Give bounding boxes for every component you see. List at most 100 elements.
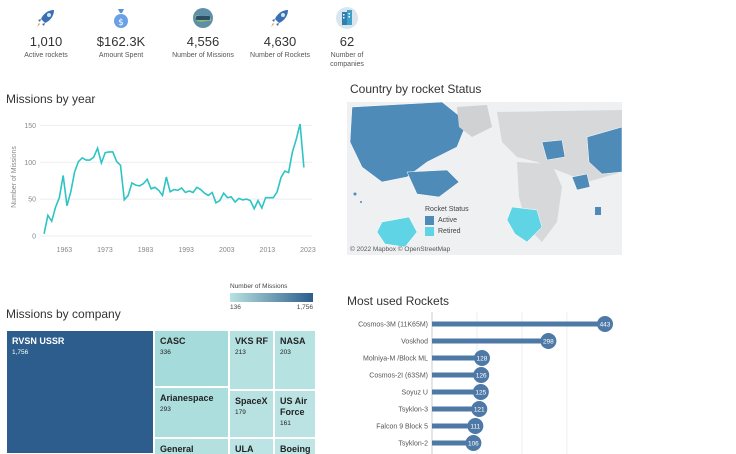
treemap-cell-name: CASC: [160, 336, 186, 346]
treemap-cell-nasa[interactable]: NASA 203: [274, 330, 316, 390]
x-tick-label: 2003: [219, 247, 235, 254]
bar-category-label: Tsyklon-3: [398, 407, 428, 414]
bar-value-label: 121: [474, 406, 485, 413]
company-color-legend: Number of Missions 136 1,756: [230, 283, 313, 311]
missions-by-company-title: Missions by company: [6, 307, 121, 321]
bar-value-label: 111: [470, 423, 480, 430]
treemap-cell-name: ULA: [235, 444, 254, 454]
kpi-value: 62: [339, 34, 355, 49]
treemap-cell-spacex[interactable]: SpaceX 179: [229, 390, 274, 438]
rocket-icon: [37, 10, 54, 27]
most-used-rockets-title: Most used Rockets: [347, 294, 450, 308]
x-tick-label: 2013: [260, 247, 276, 254]
legend-label: Retired: [438, 228, 461, 235]
treemap-cell-value: 161: [280, 420, 291, 427]
treemap-cell-value: 1,756: [12, 349, 29, 356]
color-legend-min: 136: [230, 304, 241, 311]
kpi-active-rockets: 1,010 Active rockets: [6, 6, 86, 60]
missions-by-year-title: Missions by year: [6, 92, 96, 106]
y-tick-label: 50: [28, 197, 36, 204]
color-legend-title: Number of Missions: [230, 283, 288, 290]
treemap-cell-general[interactable]: General: [154, 438, 229, 454]
legend-swatch-retired: [425, 227, 434, 236]
x-tick-label: 1973: [97, 247, 113, 254]
map-legend-retired: Retired: [425, 227, 469, 236]
kpi-label: Active rockets: [24, 52, 68, 59]
treemap-cell-name: RVSN USSR: [12, 336, 65, 346]
country-map-title: Country by rocket Status: [350, 82, 482, 96]
treemap-cell-name: US Air Force: [280, 396, 308, 417]
bar-value-label: 125: [475, 389, 486, 396]
x-tick-label: 2023: [300, 247, 316, 254]
color-legend-range: 136 1,756: [230, 304, 313, 311]
country-map[interactable]: Rocket Status Active Retired © 2022 Mapb…: [347, 102, 622, 255]
y-axis-label: Number of Missions: [11, 146, 18, 208]
rocket-icon: [271, 10, 288, 27]
treemap-cell-value: 213: [235, 349, 246, 356]
treemap-cell-name: Arianespace: [160, 393, 214, 403]
world-map-shapes: [349, 102, 622, 248]
treemap-cell-name: Boeing: [280, 444, 311, 454]
treemap-cell-vks-rf[interactable]: VKS RF 213: [229, 330, 274, 390]
bar[interactable]: [432, 338, 549, 344]
treemap-cell-name: SpaceX: [235, 396, 268, 406]
map-credit[interactable]: © 2022 Mapbox © OpenStreetMap: [350, 246, 450, 253]
money-bag-icon: $: [114, 9, 128, 28]
treemap-cell-value: 293: [160, 406, 171, 413]
missions-series-line[interactable]: [43, 123, 305, 234]
bar[interactable]: [432, 321, 605, 327]
legend-swatch-active: [425, 216, 434, 225]
svg-text:$: $: [118, 18, 124, 28]
bar-category-label: Voskhod: [401, 339, 428, 346]
bar-value-label: 443: [600, 321, 611, 328]
kpi-value: 4,556: [186, 34, 220, 49]
treemap-cell-ula[interactable]: ULA: [229, 438, 274, 454]
kpi-number-of-missions: 4,556 Number of Missions: [163, 6, 243, 60]
treemap-cell-casc[interactable]: CASC 336: [154, 330, 229, 387]
map-legend: Rocket Status Active Retired: [425, 206, 469, 236]
globe-travel-icon: [193, 8, 213, 28]
map-legend-active: Active: [425, 216, 469, 225]
kpi-label: Amount Spent: [98, 52, 144, 59]
bar-category-label: Molniya-M /Block ML: [363, 356, 428, 363]
treemap-cell-value: 179: [235, 409, 246, 416]
treemap-cell-boeing[interactable]: Boeing: [274, 438, 316, 454]
kpi-label: Number of Missions: [172, 52, 234, 59]
kpi-number-of-companies: 62 Number of companies: [307, 6, 387, 69]
most-used-rockets-chart[interactable]: Cosmos-3M (11K65M) 443 Voskhod 298 Molniya-M…: [340, 312, 736, 454]
missions-by-year-chart[interactable]: 0 50 100 150 1963 1973 1983 1993 2003 2013 2023 Num…: [0, 108, 318, 260]
map-legend-title: Rocket Status: [425, 206, 469, 213]
kpi-amount-spent: $ $162.3K Amount Spent: [81, 6, 161, 60]
building-icon: [336, 7, 358, 29]
bar-value-label: 128: [477, 355, 488, 362]
y-tick-label: 0: [32, 234, 36, 241]
company-treemap[interactable]: RVSN USSR 1,756 CASC 336 VKS RF 213 NASA…: [6, 330, 316, 454]
bar-category-label: Falcon 9 Block 5: [376, 424, 428, 431]
x-tick-label: 1963: [57, 247, 73, 254]
bar-category-label: Soyuz U: [402, 390, 428, 397]
color-legend-max: 1,756: [296, 304, 313, 311]
y-tick-label: 150: [24, 123, 36, 130]
bar-category-label: Cosmos-2I (63SM): [369, 373, 428, 380]
treemap-cell-value: 203: [280, 349, 291, 356]
bar-category-label: Cosmos-3M (11K65M): [358, 322, 428, 329]
y-tick-label: 100: [24, 160, 36, 167]
bar-category-label: Tsyklon-2: [398, 441, 428, 448]
bar-value-label: 126: [476, 372, 487, 379]
treemap-cell-value: 336: [160, 349, 171, 356]
treemap-cell-us-air-force[interactable]: US Air Force 161: [274, 390, 316, 438]
legend-label: Active: [438, 217, 458, 224]
x-tick-label: 1983: [138, 247, 154, 254]
treemap-cell-rvsn-ussr[interactable]: RVSN USSR 1,756: [6, 330, 154, 454]
x-tick-label: 1993: [178, 247, 194, 254]
treemap-cell-name: General: [160, 444, 194, 454]
kpi-value: 1,010: [29, 34, 63, 49]
kpi-label: Number of companies: [330, 52, 364, 68]
treemap-cell-name: NASA: [280, 336, 306, 346]
bar-value-label: 106: [468, 440, 479, 447]
color-legend-gradient: [230, 293, 313, 302]
treemap-cell-name: VKS RF: [235, 336, 269, 346]
bar-value-label: 298: [543, 338, 554, 345]
kpi-value: $162.3K: [96, 34, 146, 49]
treemap-cell-arianespace[interactable]: Arianespace 293: [154, 387, 229, 438]
